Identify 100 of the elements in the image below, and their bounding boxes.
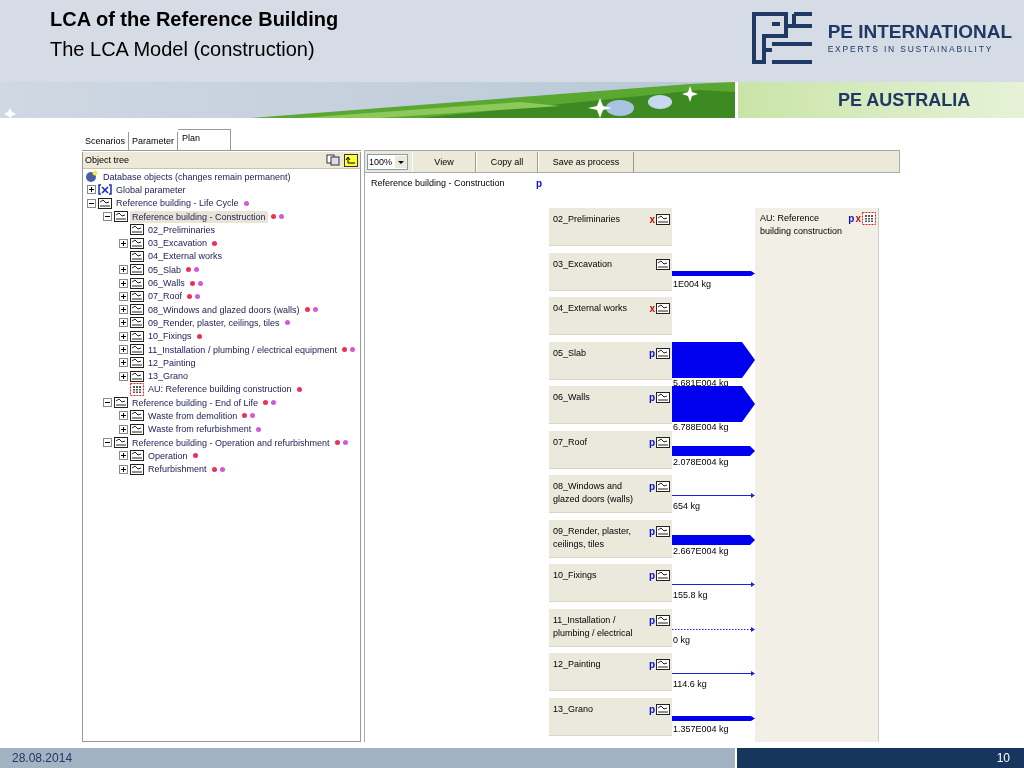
- parameter-mark: p: [648, 436, 655, 448]
- tree-item[interactable]: 02_Preliminaries: [146, 223, 218, 236]
- collapse-icon[interactable]: [103, 438, 112, 448]
- plan-icon: [130, 249, 144, 263]
- plan-icon: [656, 391, 670, 404]
- slide-subtitle: The LCA Model (construction): [50, 37, 316, 62]
- plan-icon: [656, 435, 670, 449]
- plan-icon: [130, 316, 144, 330]
- expand-icon[interactable]: [119, 411, 128, 421]
- tree-item[interactable]: 12_Painting: [146, 356, 198, 369]
- plan-icon: [656, 524, 670, 538]
- collapse-icon[interactable]: [103, 398, 112, 408]
- tree-item[interactable]: Reference building - Operation and refurbishment: [130, 436, 332, 449]
- process-box[interactable]: 05_Slab p: [549, 341, 672, 380]
- parameter-mark: p: [648, 481, 655, 492]
- unit-process-icon: [862, 212, 876, 225]
- plan-title: Reference building - Construction: [371, 178, 506, 188]
- expand-icon[interactable]: [87, 185, 96, 195]
- tree-item[interactable]: Waste from demolition: [146, 410, 240, 422]
- tree-item[interactable]: Operation: [146, 449, 190, 462]
- process-box[interactable]: 09_Render, plaster, ceilings, tiles p: [549, 519, 672, 558]
- tree-item[interactable]: AU: Reference building construction: [146, 383, 294, 396]
- process-label: 11_Installation / plumbing / electrical: [553, 613, 634, 640]
- toolbar-button[interactable]: View: [412, 151, 476, 172]
- plan-icon: [130, 343, 144, 356]
- tree-item[interactable]: Reference building - End of Life: [130, 396, 261, 409]
- expand-icon[interactable]: [119, 464, 128, 474]
- process-box[interactable]: 07_Roof p: [549, 430, 672, 469]
- plan-icon: [130, 356, 144, 370]
- tree-item[interactable]: 11_Installation / plumbing / electrical equipment: [146, 343, 339, 356]
- expand-icon[interactable]: [119, 345, 128, 354]
- tree-item[interactable]: 04_External works: [146, 250, 225, 263]
- tree-item[interactable]: Waste from refurbishment: [146, 423, 254, 436]
- flow-amount: 654 kg: [672, 501, 702, 512]
- tab[interactable]: Scenarios: [82, 132, 130, 150]
- plan-icon: [130, 263, 144, 277]
- process-label: AU: Reference building construction: [760, 212, 844, 238]
- toolbar-button[interactable]: Save as process: [538, 151, 634, 172]
- expand-icon[interactable]: [119, 451, 128, 461]
- flow-amount: 0 kg: [672, 634, 691, 646]
- copy-icon[interactable]: [326, 153, 340, 166]
- plan-icon: [656, 213, 670, 226]
- collapse-icon[interactable]: [87, 198, 96, 208]
- process-box[interactable]: 06_Walls p: [549, 386, 672, 424]
- excluded-mark: x: [649, 214, 655, 225]
- header-label: Object tree: [85, 155, 130, 165]
- tree-item[interactable]: Global parameter: [114, 183, 188, 196]
- parameter-mark: p: [648, 392, 655, 403]
- tree-item[interactable]: 07_Roof: [146, 290, 185, 303]
- brand-tagline: EXPERTS IN SUSTAINABILITY: [827, 43, 995, 55]
- plan-icon: [130, 223, 144, 237]
- flow-amount: 6.788E004 kg: [672, 422, 730, 433]
- tree-item[interactable]: Reference building - Life Cycle: [114, 197, 241, 210]
- tree-item[interactable]: 08_Windows and glazed doors (walls): [146, 303, 302, 316]
- process-box[interactable]: 04_External works x: [549, 297, 672, 335]
- brand-name: PE INTERNATIONAL: [827, 21, 1012, 43]
- tab[interactable]: Parameter: [129, 132, 179, 150]
- process-label: 12_Painting: [553, 658, 602, 671]
- plan-icon: [656, 702, 670, 716]
- folder-up-icon[interactable]: [344, 153, 358, 167]
- plan-icon: [130, 303, 144, 317]
- expand-icon[interactable]: [119, 358, 128, 368]
- tree-item[interactable]: 05_Slab: [146, 263, 184, 276]
- zoom-dropdown[interactable]: 100%: [367, 153, 408, 170]
- flow-amount: 1E004 kg: [672, 278, 713, 290]
- expand-icon[interactable]: [119, 331, 128, 341]
- tree-item[interactable]: 13_Grano: [146, 370, 191, 383]
- process-label: 10_Fixings: [553, 569, 598, 582]
- collapse-icon[interactable]: [103, 212, 112, 222]
- tree-item[interactable]: Refurbishment: [146, 463, 209, 476]
- process-label: 07_Roof: [553, 435, 589, 449]
- process-box[interactable]: 11_Installation / plumbing / electrical p: [549, 608, 672, 647]
- tree-item[interactable]: 03_Excavation: [146, 237, 210, 250]
- expand-icon[interactable]: [119, 278, 128, 288]
- process-box[interactable]: 13_Grano p: [549, 697, 672, 736]
- plan-icon: [130, 289, 144, 303]
- tree-item[interactable]: 10_Fixings: [146, 330, 194, 343]
- tree-item[interactable]: 06_Walls: [146, 277, 187, 289]
- process-box[interactable]: 10_Fixings p: [549, 564, 672, 602]
- database-icon: [85, 170, 99, 184]
- expand-icon[interactable]: [119, 265, 128, 275]
- process-box[interactable]: AU: Reference building construction px: [755, 208, 879, 742]
- flow-amount: 2.667E004 kg: [672, 545, 730, 557]
- expand-icon[interactable]: [119, 291, 128, 301]
- tab[interactable]: Plan: [178, 129, 232, 150]
- process-box[interactable]: 03_Excavation: [549, 252, 672, 291]
- tree-item[interactable]: 09_Render, plaster, ceilings, tiles: [146, 316, 282, 329]
- process-box[interactable]: 02_Preliminaries x: [549, 208, 672, 246]
- expand-icon[interactable]: [119, 238, 128, 248]
- parameter-mark: p: [648, 570, 655, 581]
- toolbar-button[interactable]: Copy all: [476, 151, 538, 172]
- process-box[interactable]: 12_Painting p: [549, 653, 672, 691]
- expand-icon[interactable]: [119, 424, 128, 434]
- expand-icon[interactable]: [119, 318, 128, 328]
- expand-icon[interactable]: [119, 371, 128, 381]
- tree-item[interactable]: Reference building - Construction: [130, 210, 268, 223]
- parameter-mark: p: [848, 213, 855, 224]
- tree-item[interactable]: Database objects (changes remain permanent): [101, 170, 293, 183]
- process-box[interactable]: 08_Windows and glazed doors (walls) p: [549, 475, 672, 513]
- expand-icon[interactable]: [119, 305, 128, 315]
